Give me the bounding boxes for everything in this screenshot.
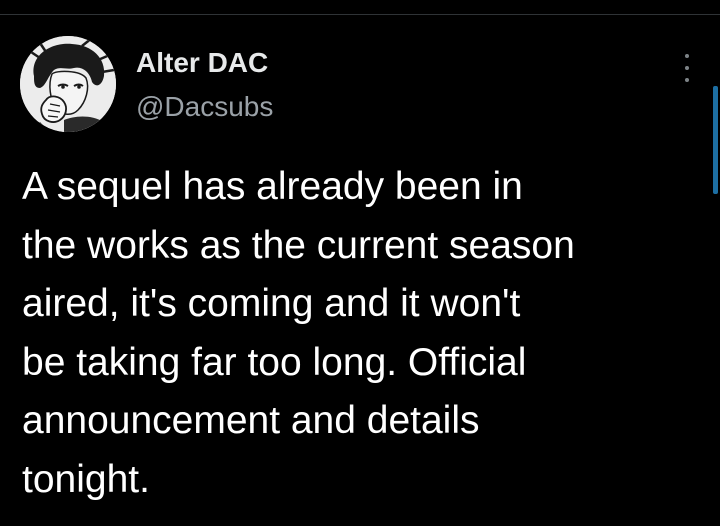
- author-info: Alter DAC @Dacsubs: [136, 46, 273, 124]
- tweet-text: A sequel has already been in the works a…: [22, 165, 575, 501]
- tweet-header: Alter DAC @Dacsubs: [20, 36, 700, 136]
- menu-dot: [685, 54, 689, 58]
- menu-dot: [685, 66, 689, 70]
- more-vertical-icon[interactable]: [680, 54, 694, 82]
- avatar[interactable]: [20, 36, 116, 132]
- scrollbar-thumb[interactable]: [713, 86, 718, 194]
- menu-dot: [685, 78, 689, 82]
- top-divider: [0, 14, 720, 15]
- author-display-name[interactable]: Alter DAC: [136, 46, 273, 80]
- manga-portrait-avatar-icon: [20, 36, 116, 132]
- author-handle[interactable]: @Dacsubs: [136, 90, 273, 124]
